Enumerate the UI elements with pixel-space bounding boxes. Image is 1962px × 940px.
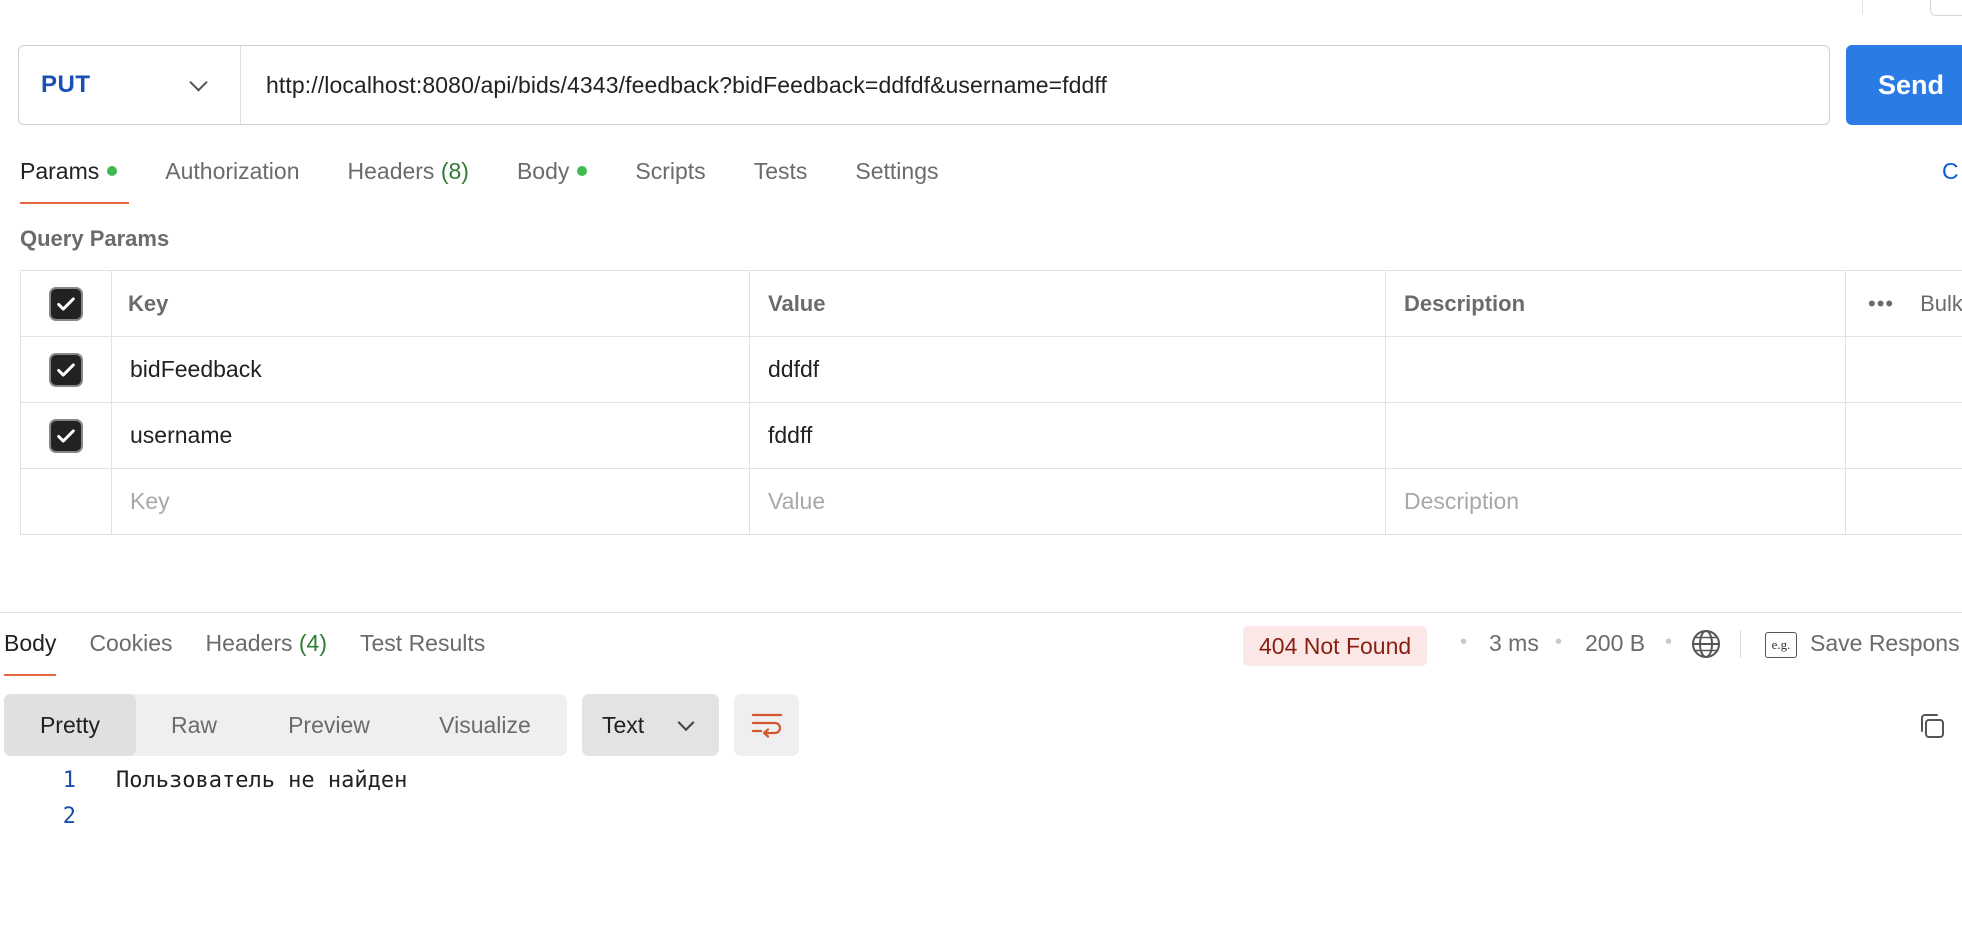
format-select[interactable]: Text xyxy=(582,694,719,756)
line-number: 2 xyxy=(62,804,76,829)
response-headers-count: (4) xyxy=(298,630,327,656)
line-number: 1 xyxy=(62,768,76,793)
response-tabs: Body Cookies Headers (4) Test Results xyxy=(4,630,518,676)
row-actions-cell xyxy=(1846,403,1962,468)
example-icon: e.g. xyxy=(1765,632,1797,658)
view-pretty-button[interactable]: Pretty xyxy=(4,694,136,756)
status-badge[interactable]: 404 Not Found xyxy=(1243,626,1428,666)
check-icon xyxy=(57,362,75,377)
check-icon xyxy=(57,428,75,443)
response-size[interactable]: 200 B xyxy=(1585,630,1645,657)
params-dot-icon xyxy=(107,165,118,176)
tab-params-label: Params xyxy=(20,158,100,184)
new-param-row: Key Value Description xyxy=(20,469,1962,535)
pane-divider[interactable] xyxy=(0,612,1962,613)
tab-scripts-label: Scripts xyxy=(635,158,706,184)
vertical-separator xyxy=(1740,630,1741,658)
headers-count: (8) xyxy=(440,158,469,184)
new-key-input[interactable]: Key xyxy=(112,469,750,534)
view-raw-button[interactable]: Raw xyxy=(136,694,252,756)
tab-scripts[interactable]: Scripts xyxy=(635,158,705,204)
url-input[interactable]: http://localhost:8080/api/bids/4343/feed… xyxy=(241,72,1829,99)
tab-authorization-label: Authorization xyxy=(165,158,300,184)
tab-cookies-label: Cookies xyxy=(89,630,173,656)
param-value[interactable]: fddff xyxy=(750,403,1386,468)
query-params-title: Query Params xyxy=(20,226,170,251)
row-checkbox[interactable] xyxy=(51,420,81,451)
table-actions-cell: ••• Bulk xyxy=(1846,271,1962,336)
method-label: PUT xyxy=(41,71,91,98)
separator-dot: • xyxy=(1460,631,1468,653)
tab-authorization[interactable]: Authorization xyxy=(165,158,299,204)
param-key[interactable]: bidFeedback xyxy=(112,337,750,402)
tab-response-headers-label: Headers xyxy=(205,630,293,656)
save-response-button[interactable]: Save Respons xyxy=(1810,630,1960,657)
tab-headers-label: Headers xyxy=(347,158,435,184)
row-checkbox[interactable] xyxy=(51,354,81,385)
row-actions-cell xyxy=(1846,469,1962,534)
value-column-header: Value xyxy=(750,271,1386,336)
tab-response-headers[interactable]: Headers (4) xyxy=(206,630,327,676)
tab-response-body-label: Body xyxy=(4,630,57,656)
more-icon[interactable]: ••• xyxy=(1868,291,1894,317)
row-check-cell xyxy=(21,337,112,402)
check-icon xyxy=(57,296,75,311)
view-mode-group: Pretty Raw Preview Visualize xyxy=(4,694,567,756)
tab-headers[interactable]: Headers (8) xyxy=(348,158,469,204)
bulk-edit-button[interactable]: Bulk xyxy=(1920,291,1962,317)
tab-body-label: Body xyxy=(516,158,570,184)
tab-params[interactable]: Params xyxy=(20,158,130,204)
new-description-input[interactable]: Description xyxy=(1386,469,1846,534)
request-bar: PUT http://localhost:8080/api/bids/4343/… xyxy=(18,45,1830,125)
wrap-lines-icon xyxy=(751,713,782,738)
key-column-header: Key xyxy=(112,271,750,336)
param-description[interactable] xyxy=(1386,403,1846,468)
row-actions-cell xyxy=(1846,337,1962,402)
new-value-input[interactable]: Value xyxy=(750,469,1386,534)
param-description[interactable] xyxy=(1386,337,1846,402)
select-all-checkbox[interactable] xyxy=(51,288,81,319)
request-tabs: Params Authorization Headers (8) Body Sc… xyxy=(20,158,986,204)
body-dot-icon xyxy=(577,165,588,176)
view-visualize-button[interactable]: Visualize xyxy=(406,694,564,756)
chevron-down-icon xyxy=(189,73,208,92)
tab-test-results-label: Test Results xyxy=(360,630,486,656)
table-row: username fddff xyxy=(20,403,1962,469)
line-content: Пользователь не найден xyxy=(116,768,408,793)
send-button[interactable]: Send xyxy=(1846,45,1962,125)
select-all-cell xyxy=(21,271,112,336)
wrap-lines-button[interactable] xyxy=(734,694,799,756)
tab-response-body[interactable]: Body xyxy=(4,630,57,676)
format-select-label: Text xyxy=(602,711,645,738)
table-row: bidFeedback ddfdf xyxy=(20,337,1962,403)
row-check-cell xyxy=(21,469,112,534)
table-header-row: Key Value Description ••• Bulk xyxy=(20,271,1962,337)
method-select[interactable]: PUT xyxy=(19,46,241,124)
tab-test-results[interactable]: Test Results xyxy=(360,630,485,676)
response-time[interactable]: 3 ms xyxy=(1489,630,1539,657)
description-column-header: Description xyxy=(1386,271,1846,336)
chevron-down-icon xyxy=(677,714,695,732)
separator-dot: • xyxy=(1555,631,1563,653)
param-key[interactable]: username xyxy=(112,403,750,468)
top-corner-button[interactable] xyxy=(1930,0,1962,16)
copy-icon[interactable] xyxy=(1916,710,1948,742)
separator-dot: • xyxy=(1665,631,1673,653)
tab-settings[interactable]: Settings xyxy=(855,158,938,204)
tab-tests-label: Tests xyxy=(753,158,808,184)
tab-body[interactable]: Body xyxy=(516,158,588,204)
tab-settings-label: Settings xyxy=(855,158,939,184)
globe-icon[interactable] xyxy=(1690,628,1722,660)
row-check-cell xyxy=(21,403,112,468)
tab-cookies[interactable]: Cookies xyxy=(89,630,172,676)
top-divider xyxy=(1862,0,1863,14)
param-value[interactable]: ddfdf xyxy=(750,337,1386,402)
view-preview-button[interactable]: Preview xyxy=(252,694,406,756)
query-params-table: Key Value Description ••• Bulk bidFeedba… xyxy=(20,270,1962,535)
tab-tests[interactable]: Tests xyxy=(754,158,808,204)
cookies-link[interactable]: C xyxy=(1942,158,1959,185)
